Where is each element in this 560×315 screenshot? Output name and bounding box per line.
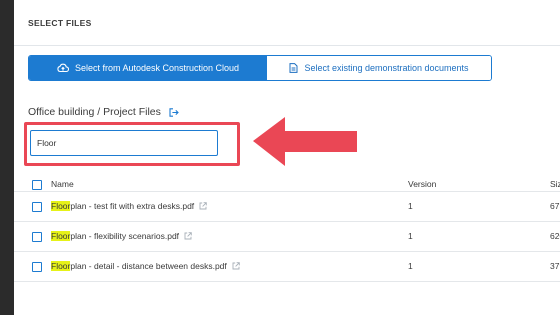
search-match-highlight: Floor	[51, 201, 71, 211]
dialog-header: SELECT FILES	[14, 0, 560, 46]
dialog-title: SELECT FILES	[28, 17, 92, 28]
table-header-row: Name Version Siz	[14, 170, 560, 192]
files-table: Name Version Siz Floor plan - test fit wi…	[14, 170, 560, 282]
column-header-size[interactable]: Siz	[550, 179, 560, 189]
table-row[interactable]: Floor plan - test fit with extra desks.pd…	[14, 192, 560, 222]
file-version: 1	[408, 201, 413, 211]
table-row[interactable]: Floor plan - detail - distance between de…	[14, 252, 560, 282]
column-header-name[interactable]: Name	[51, 179, 74, 189]
file-size: 675	[550, 201, 560, 211]
search-match-highlight: Floor	[51, 231, 71, 241]
row-checkbox[interactable]	[32, 202, 42, 212]
file-size: 379	[550, 261, 560, 271]
select-from-acc-label: Select from Autodesk Construction Cloud	[74, 63, 240, 73]
file-name[interactable]: Floor plan - detail - distance between de…	[51, 261, 240, 271]
source-toggle: Select from Autodesk Construction Cloud …	[28, 55, 492, 81]
external-link-icon[interactable]	[232, 262, 240, 270]
select-all-checkbox[interactable]	[32, 180, 42, 190]
file-version: 1	[408, 261, 413, 271]
select-files-dialog: SELECT FILES Select from Autodesk Constr…	[14, 0, 560, 315]
select-from-acc-button[interactable]: Select from Autodesk Construction Cloud	[29, 56, 267, 80]
select-demo-docs-label: Select existing demonstration documents	[304, 63, 469, 73]
breadcrumb-path: Office building / Project Files	[28, 106, 161, 118]
file-name[interactable]: Floor plan - test fit with extra desks.pd…	[51, 201, 207, 211]
file-size: 620	[550, 231, 560, 241]
exit-icon[interactable]	[169, 107, 179, 117]
arrow-annotation-icon	[253, 117, 357, 166]
file-name-rest: plan - test fit with extra desks.pdf	[70, 201, 195, 211]
document-icon	[289, 63, 298, 73]
file-name-rest: plan - detail - distance between desks.p…	[70, 261, 227, 271]
search-match-highlight: Floor	[51, 261, 71, 271]
row-checkbox[interactable]	[32, 232, 42, 242]
file-version: 1	[408, 231, 413, 241]
cloud-upload-icon	[57, 63, 69, 73]
search-input[interactable]	[30, 130, 218, 156]
external-link-icon[interactable]	[184, 232, 192, 240]
file-name-rest: plan - flexibility scenarios.pdf	[70, 231, 180, 241]
file-name[interactable]: Floor plan - flexibility scenarios.pdf	[51, 231, 192, 241]
external-link-icon[interactable]	[199, 202, 207, 210]
row-checkbox[interactable]	[32, 262, 42, 272]
select-demo-docs-button[interactable]: Select existing demonstration documents	[267, 56, 491, 80]
column-header-version[interactable]: Version	[408, 179, 436, 189]
breadcrumb: Office building / Project Files	[28, 106, 179, 118]
table-row[interactable]: Floor plan - flexibility scenarios.pdf 1 …	[14, 222, 560, 252]
